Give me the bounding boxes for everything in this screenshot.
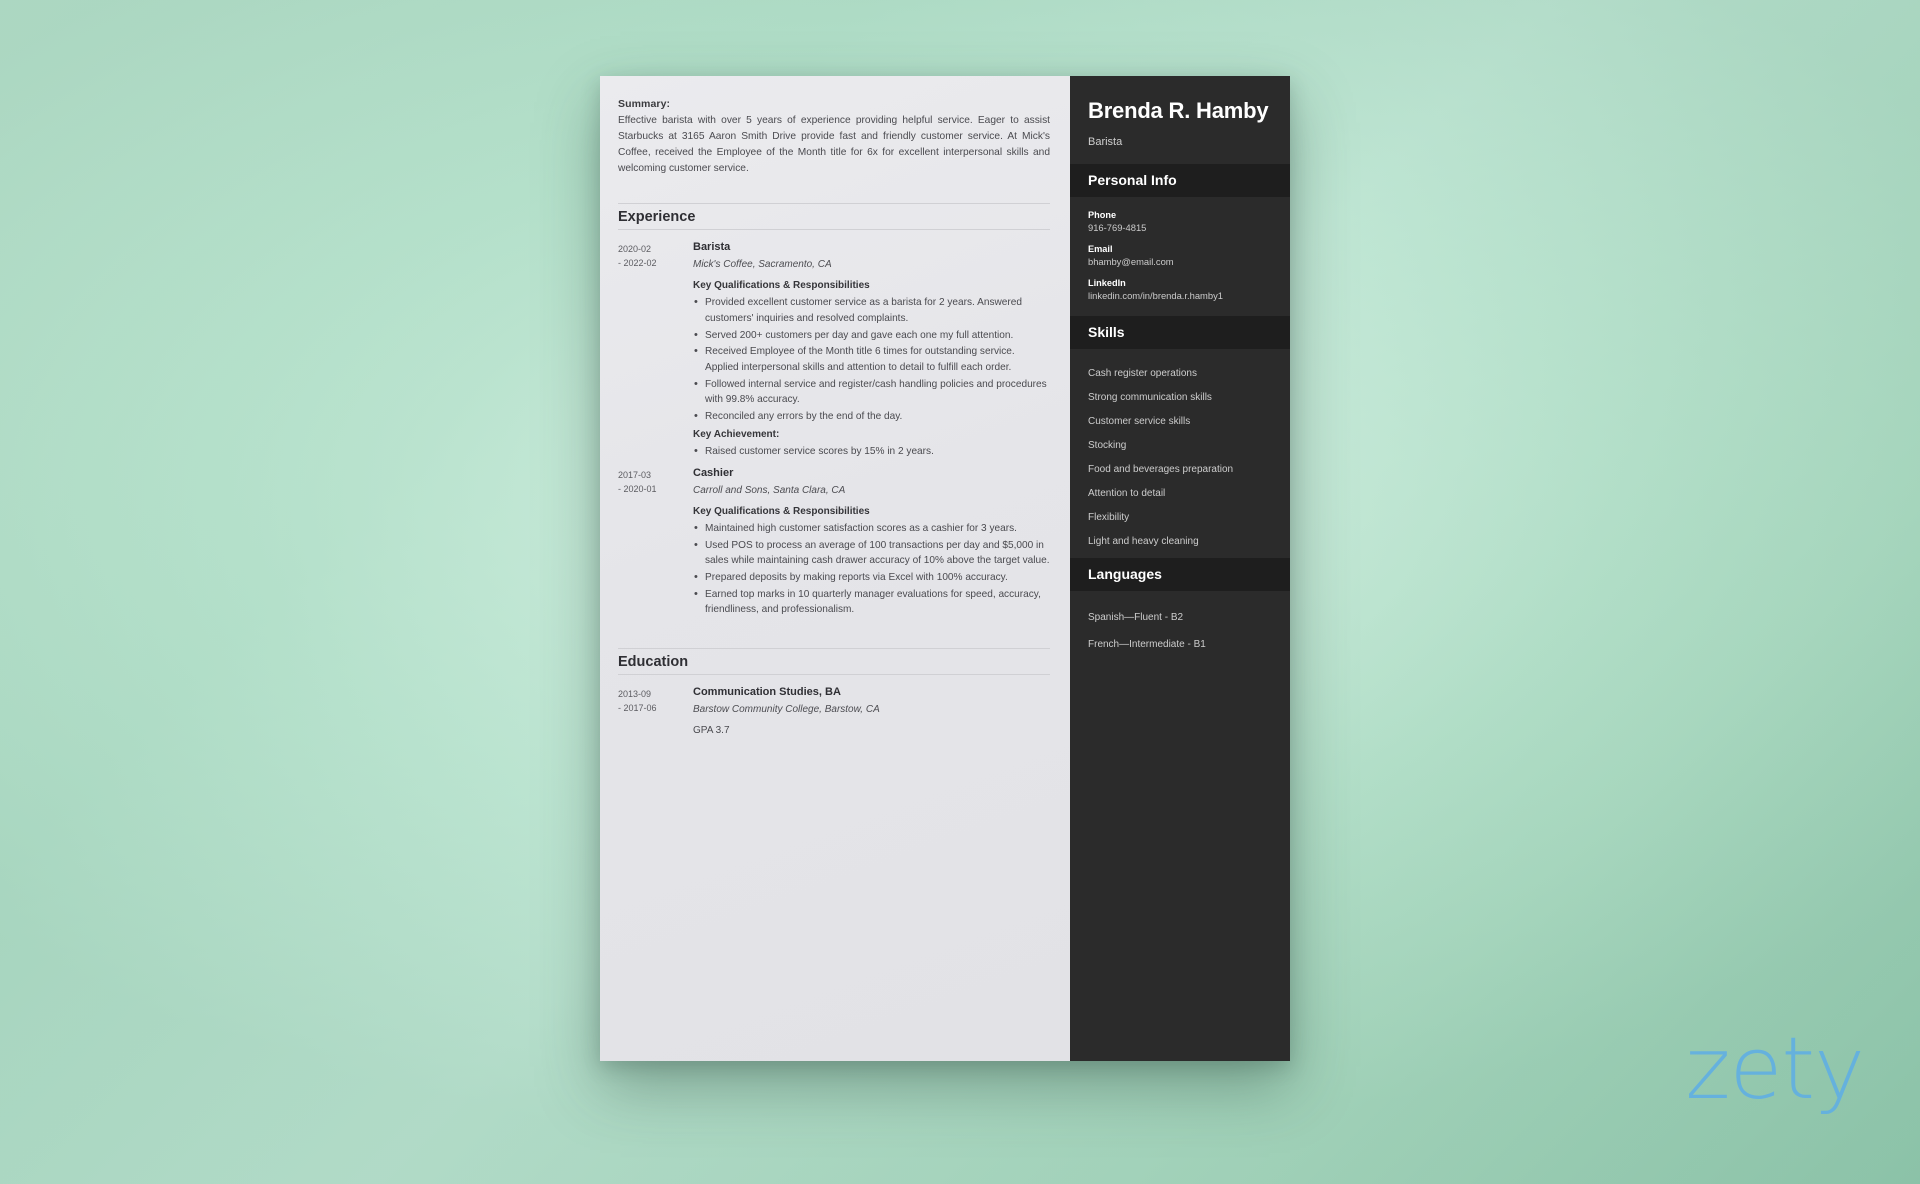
list-item: Light and heavy cleaning: [1088, 536, 1199, 548]
experience-section: Experience 2020-02 - 2022-02 Barista Mic…: [618, 203, 1050, 622]
contact-item-linkedin: LinkedIn linkedin.com/in/brenda.r.hamby1: [1088, 278, 1272, 301]
list-item: Received Employee of the Month title 6 t…: [693, 343, 1050, 375]
entry-dates: 2017-03 - 2020-01: [618, 467, 691, 622]
entry-date-start: 2017-03: [618, 470, 652, 481]
contact-label: Email: [1088, 243, 1113, 254]
skills-block: Cash register operations Strong communic…: [1070, 349, 1290, 558]
list-item: Stocking: [1088, 440, 1127, 452]
candidate-name: Brenda R. Hamby: [1088, 98, 1269, 123]
list-item: Customer service skills: [1088, 416, 1191, 428]
list-item: Prepared deposits by making reports via …: [693, 569, 1050, 586]
contact-value[interactable]: bhamby@email.com: [1088, 256, 1272, 267]
entry-organization: Mick's Coffee, Sacramento, CA: [693, 259, 832, 271]
zety-logo: zety: [1685, 1019, 1865, 1119]
resume-sidebar: Brenda R. Hamby Barista Personal Info Ph…: [1070, 76, 1290, 1061]
skills-heading: Skills: [1070, 315, 1290, 349]
entry-date-end: - 2020-01: [618, 483, 657, 494]
list-item: Earned top marks in 10 quarterly manager…: [693, 586, 1050, 618]
entry-bullet-list: Maintained high customer satisfaction sc…: [693, 520, 1050, 618]
list-item: Raised customer service scores by 15% in…: [693, 443, 1050, 460]
education-title: Education: [618, 648, 1050, 676]
contact-value[interactable]: linkedin.com/in/brenda.r.hamby1: [1088, 290, 1272, 301]
entry-role: Barista: [693, 241, 731, 254]
list-item: Spanish—Fluent - B2: [1088, 611, 1184, 623]
sidebar-header: Brenda R. Hamby Barista: [1070, 76, 1290, 164]
contact-item-phone: Phone 916-769-4815: [1088, 210, 1272, 233]
summary-section: Summary: Effective barista with over 5 y…: [618, 98, 1050, 177]
skills-list: Cash register operations Strong communic…: [1088, 362, 1272, 554]
list-item: Used POS to process an average of 100 tr…: [693, 537, 1050, 569]
summary-label: Summary:: [618, 98, 671, 110]
list-item: Strong communication skills: [1088, 392, 1212, 404]
experience-entry: 2017-03 - 2020-01 Cashier Carroll and So…: [618, 467, 1050, 622]
languages-block: Spanish—Fluent - B2 French—Intermediate …: [1070, 591, 1290, 662]
entry-dates: 2020-02 - 2022-02: [618, 241, 691, 463]
entry-date-start: 2013-09: [618, 689, 652, 700]
list-item: Cash register operations: [1088, 368, 1197, 380]
languages-list: Spanish—Fluent - B2 French—Intermediate …: [1088, 604, 1272, 658]
education-gpa: GPA 3.7: [693, 725, 730, 737]
entry-role: Cashier: [693, 467, 734, 480]
list-item: Followed internal service and register/c…: [693, 376, 1050, 408]
entry-organization: Carroll and Sons, Santa Clara, CA: [693, 485, 846, 497]
education-degree: Communication Studies, BA: [693, 686, 841, 699]
education-entry: 2013-09 - 2017-06 Communication Studies,…: [618, 686, 1050, 736]
list-item: Flexibility: [1088, 512, 1130, 524]
list-item: Maintained high customer satisfaction sc…: [693, 520, 1050, 537]
entry-date-end: - 2022-02: [618, 257, 657, 268]
personal-info-heading: Personal Info: [1070, 163, 1290, 197]
entry-body: Cashier Carroll and Sons, Santa Clara, C…: [691, 467, 1050, 622]
resume-document: Summary: Effective barista with over 5 y…: [600, 76, 1290, 1061]
entry-achievement-label: Key Achievement:: [693, 428, 780, 440]
entry-dates: 2013-09 - 2017-06: [618, 686, 691, 736]
list-item: Provided excellent customer service as a…: [693, 294, 1050, 326]
summary-text: Effective barista with over 5 years of e…: [618, 115, 1050, 175]
contact-value: 916-769-4815: [1088, 221, 1147, 233]
entry-qualifications-label: Key Qualifications & Responsibilities: [693, 280, 870, 292]
resume-main-column: Summary: Effective barista with over 5 y…: [600, 76, 1070, 1061]
entry-date-start: 2020-02: [618, 244, 652, 255]
education-school: Barstow Community College, Barstow, CA: [693, 704, 880, 716]
languages-heading: Languages: [1070, 557, 1290, 591]
experience-title: Experience: [618, 203, 1050, 231]
experience-entry: 2020-02 - 2022-02 Barista Mick's Coffee,…: [618, 241, 1050, 463]
entry-bullet-list: Provided excellent customer service as a…: [693, 294, 1050, 425]
list-item: Attention to detail: [1088, 488, 1166, 500]
contact-label: LinkedIn: [1088, 277, 1126, 288]
contact-label: Phone: [1088, 209, 1117, 220]
list-item: Food and beverages preparation: [1088, 464, 1234, 476]
list-item: Served 200+ customers per day and gave e…: [693, 327, 1050, 344]
list-item: Reconciled any errors by the end of the …: [693, 408, 1050, 425]
candidate-job-title: Barista: [1088, 135, 1123, 148]
entry-date-end: - 2017-06: [618, 702, 657, 713]
list-item: French—Intermediate - B1: [1088, 638, 1206, 650]
entry-body: Communication Studies, BA Barstow Commun…: [691, 686, 1050, 736]
entry-body: Barista Mick's Coffee, Sacramento, CA Ke…: [691, 241, 1050, 463]
personal-info-block: Phone 916-769-4815 Email bhamby@email.co…: [1070, 197, 1290, 316]
entry-achievement-list: Raised customer service scores by 15% in…: [693, 443, 1050, 460]
entry-qualifications-label: Key Qualifications & Responsibilities: [693, 506, 870, 518]
contact-item-email: Email bhamby@email.com: [1088, 244, 1272, 267]
education-section: Education 2013-09 - 2017-06 Communicatio…: [618, 648, 1050, 736]
